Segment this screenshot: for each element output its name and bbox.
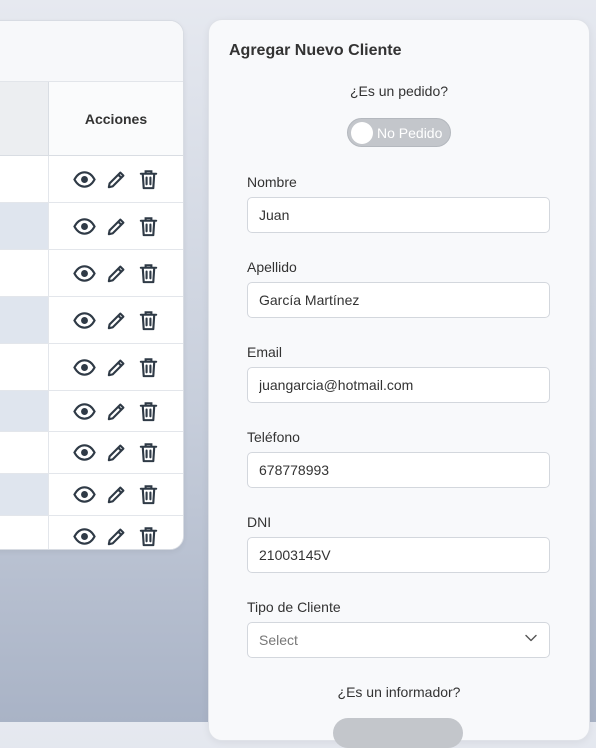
table-body (0, 156, 183, 549)
edit-icon[interactable] (105, 168, 128, 191)
table-cell (0, 474, 49, 515)
delete-icon[interactable] (137, 168, 160, 191)
add-client-form: Agregar Nuevo Cliente ¿Es un pedido? No … (208, 19, 590, 748)
dni-label: DNI (247, 514, 272, 530)
apellido-input[interactable] (247, 282, 550, 318)
table-cell (0, 156, 49, 202)
edit-icon[interactable] (105, 400, 128, 423)
actions-cell (49, 297, 183, 343)
table-toolbar (0, 21, 183, 82)
table-row (0, 516, 183, 549)
view-icon[interactable] (72, 483, 96, 506)
table-row (0, 156, 183, 203)
informador-toggle[interactable] (333, 718, 463, 748)
table-row (0, 391, 183, 432)
delete-icon[interactable] (137, 441, 160, 464)
actions-cell (49, 203, 183, 249)
delete-icon[interactable] (137, 215, 160, 238)
delete-icon[interactable] (137, 400, 160, 423)
email-input[interactable] (247, 367, 550, 403)
telefono-label: Teléfono (247, 429, 300, 445)
table-cell (0, 432, 49, 473)
clients-table: Acciones (0, 20, 184, 550)
toggle-knob (351, 121, 373, 144)
delete-icon[interactable] (137, 309, 160, 332)
delete-icon[interactable] (137, 262, 160, 285)
table-row (0, 344, 183, 391)
pedido-toggle[interactable]: No Pedido (347, 118, 451, 147)
view-icon[interactable] (72, 525, 96, 548)
table-cell (0, 250, 49, 296)
table-cell (0, 297, 49, 343)
view-icon[interactable] (72, 356, 96, 379)
delete-icon[interactable] (137, 525, 160, 548)
edit-icon[interactable] (105, 356, 128, 379)
email-label: Email (247, 344, 283, 360)
table-header-row: Acciones (0, 82, 183, 156)
tipo-cliente-placeholder: Select (259, 632, 298, 648)
delete-icon[interactable] (137, 483, 160, 506)
table-row (0, 203, 183, 250)
actions-cell (49, 250, 183, 296)
table-cell (0, 203, 49, 249)
view-icon[interactable] (72, 215, 96, 238)
informador-question-label: ¿Es un informador? (337, 684, 461, 700)
actions-cell (49, 432, 183, 473)
actions-cell (49, 474, 183, 515)
telefono-input[interactable] (247, 452, 550, 488)
view-icon[interactable] (72, 400, 96, 423)
edit-icon[interactable] (105, 441, 128, 464)
view-icon[interactable] (72, 168, 96, 191)
edit-icon[interactable] (105, 262, 128, 285)
table-row (0, 250, 183, 297)
actions-column-header: Acciones (49, 82, 183, 155)
actions-cell (49, 516, 183, 549)
delete-icon[interactable] (137, 356, 160, 379)
view-icon[interactable] (72, 441, 96, 464)
view-icon[interactable] (72, 262, 96, 285)
form-title: Agregar Nuevo Cliente (229, 42, 402, 59)
table-cell (0, 344, 49, 390)
table-row (0, 297, 183, 344)
table-cell (0, 516, 49, 549)
actions-cell (49, 391, 183, 431)
tipo-cliente-label: Tipo de Cliente (247, 599, 341, 615)
table-header-cell (0, 82, 49, 155)
nombre-input[interactable] (247, 197, 550, 233)
chevron-down-icon (524, 631, 538, 650)
nombre-label: Nombre (247, 174, 297, 190)
edit-icon[interactable] (105, 309, 128, 332)
apellido-label: Apellido (247, 259, 297, 275)
edit-icon[interactable] (105, 525, 128, 548)
edit-icon[interactable] (105, 215, 128, 238)
dni-input[interactable] (247, 537, 550, 573)
table-row (0, 432, 183, 474)
table-row (0, 474, 183, 516)
actions-cell (49, 344, 183, 390)
actions-cell (49, 156, 183, 202)
table-cell (0, 391, 49, 431)
tipo-cliente-select[interactable]: Select (247, 622, 550, 658)
pedido-toggle-label: No Pedido (377, 125, 443, 141)
view-icon[interactable] (72, 309, 96, 332)
pedido-question-label: ¿Es un pedido? (349, 83, 449, 99)
edit-icon[interactable] (105, 483, 128, 506)
